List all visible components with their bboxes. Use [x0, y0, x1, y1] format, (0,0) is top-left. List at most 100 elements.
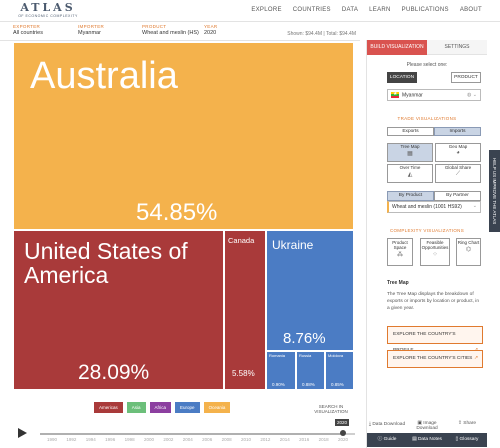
legend-africa[interactable]: Africa	[149, 402, 172, 413]
cell-name: Russia	[299, 353, 312, 358]
feasible-opportunities-option[interactable]: Feasible Opportunities ⁘	[420, 238, 450, 266]
treemap-cell-moldova[interactable]: Moldova 0.85%	[325, 351, 354, 390]
tree-map-label: Tree Map	[400, 144, 420, 149]
year-value: 2020	[204, 30, 217, 36]
nav-countries[interactable]: COUNTRIES	[293, 7, 331, 13]
search-in-visualization[interactable]: SEARCH IN VISUALIZATION	[313, 404, 349, 414]
cell-percent: 0.90%	[272, 382, 285, 387]
glossary-label: Glossary	[459, 437, 479, 442]
treemap-cell-australia[interactable]: Australia 54.85%	[13, 42, 354, 230]
sidebar-footer-actions: ⤓ Data Download ▣ Image Download ⇪ Share	[367, 421, 487, 431]
product-button[interactable]: PRODUCT	[451, 72, 481, 83]
cell-name: Canada	[228, 236, 255, 245]
nav-explore[interactable]: EXPLORE	[251, 7, 281, 13]
line-chart-icon: ⟋	[455, 171, 461, 177]
year-timeline: 2020 1990 1992 1994 1996 1998 2000 2002 2004 200…	[0, 419, 360, 448]
exports-toggle[interactable]: Exports	[387, 127, 434, 136]
data-download-label: Data Download	[372, 422, 406, 427]
year-tick: 2000	[143, 437, 155, 442]
product-space-label: Product Space	[392, 240, 408, 250]
product-selector[interactable]: PRODUCT Wheat and meslin (HS)	[142, 24, 199, 36]
complexity-visualizations-heading: COMPLEXITY VISUALIZATIONS	[389, 228, 465, 233]
explore-profile-button[interactable]: EXPLORE THE COUNTRY'S PROFILE↗	[387, 326, 483, 353]
treemap-cell-usa[interactable]: United States of America 28.09%	[13, 230, 224, 390]
legend-asia[interactable]: Asia	[126, 402, 146, 413]
by-product-toggle[interactable]: By Product	[387, 191, 434, 201]
guide-button[interactable]: ⓘ Guide	[367, 433, 407, 447]
cell-name: Ukraine	[272, 238, 314, 252]
importer-value: Myanmar	[78, 30, 101, 36]
global-share-option[interactable]: Global Share ⟋	[435, 164, 481, 183]
timeline-handle[interactable]	[340, 430, 346, 436]
product-space-option[interactable]: Product Space ⁂	[387, 238, 413, 266]
tab-build-visualization[interactable]: BUILD VISUALIZATION	[367, 40, 427, 55]
share-label: Share	[463, 421, 477, 426]
location-button[interactable]: LOCATION	[387, 72, 417, 83]
explore-cities-button[interactable]: EXPLORE THE COUNTRY'S CITIES ↗	[387, 350, 483, 368]
feasible-opportunities-label: Feasible Opportunities	[421, 240, 449, 250]
description-title: Tree Map	[387, 280, 409, 286]
treemap-cell-canada[interactable]: Canada 5.58%	[224, 230, 266, 390]
nav-learn[interactable]: LEARN	[369, 7, 391, 13]
globe-icon: ◍ ⌄	[467, 92, 477, 98]
cell-name: United States of America	[24, 238, 188, 289]
product-select[interactable]: Wheat and meslin (1001 HS92) ⌄	[387, 201, 481, 213]
exporter-selector[interactable]: EXPORTER All countries	[13, 24, 43, 36]
tree-map-option[interactable]: Tree Map ▦	[387, 143, 433, 162]
nav-about[interactable]: ABOUT	[460, 7, 482, 13]
image-download-button[interactable]: ▣ Image Download	[407, 421, 447, 431]
year-selector[interactable]: YEAR 2020	[204, 24, 217, 36]
atlas-logo[interactable]: ATLAS OF ECONOMIC COMPLEXITY	[18, 2, 78, 19]
scatter-icon: ⁘	[432, 252, 438, 258]
nav-publications[interactable]: PUBLICATIONS	[402, 7, 449, 13]
treemap-cell-russia[interactable]: Russia 0.88%	[296, 351, 325, 390]
trade-total-readout: Shown: $94.4M | Total: $94.4M	[287, 31, 356, 37]
cell-percent: 28.09%	[78, 361, 150, 384]
myanmar-flag-icon	[391, 91, 399, 98]
selected-year-tooltip: 2020	[335, 419, 350, 426]
year-tick: 1996	[105, 437, 116, 442]
importer-selector[interactable]: IMPORTER Myanmar	[78, 24, 104, 36]
legend-europe[interactable]: Europe	[175, 402, 200, 413]
year-tick: 1998	[124, 437, 135, 442]
play-icon[interactable]	[18, 428, 27, 438]
global-share-label: Global Share	[444, 165, 472, 170]
trade-visualizations-heading: TRADE VISUALIZATIONS	[397, 116, 457, 121]
year-tick: 1990	[46, 437, 58, 442]
by-partner-toggle[interactable]: By Partner	[434, 191, 481, 201]
share-button[interactable]: ⇪ Share	[447, 421, 487, 431]
importer-label: IMPORTER	[78, 24, 105, 29]
over-time-option[interactable]: Over Time ◭	[387, 164, 433, 183]
year-tick: 1994	[85, 437, 96, 442]
data-download-button[interactable]: ⤓ Data Download	[367, 421, 407, 431]
guide-label: Guide	[383, 437, 397, 442]
ring-icon: ⌬	[465, 247, 472, 253]
explore-cities-label: EXPLORE THE COUNTRY'S CITIES	[393, 356, 473, 361]
sidebar-bottom-bar: ⓘ Guide ▤ Data Notes ▯ Glossary	[367, 433, 487, 447]
product-value: Wheat and meslin (HS)	[142, 30, 199, 36]
network-icon: ⁂	[397, 252, 403, 258]
ring-chart-label: Ring Chart	[457, 240, 480, 245]
legend-americas[interactable]: Americas	[94, 402, 123, 413]
year-tick: 2006	[202, 437, 213, 442]
year-tick: 2016	[299, 437, 310, 442]
timeline-fill	[40, 433, 343, 435]
cell-percent: 5.58%	[232, 369, 255, 378]
glossary-button[interactable]: ▯ Glossary	[447, 433, 487, 447]
ring-chart-option[interactable]: Ring Chart ⌬	[456, 238, 481, 266]
geo-map-option[interactable]: Geo Map ◕	[435, 143, 481, 162]
logo-title: ATLAS	[20, 1, 76, 14]
country-select[interactable]: Myanmar ◍ ⌄	[387, 89, 481, 101]
tab-settings[interactable]: SETTINGS	[427, 40, 487, 55]
nav-data[interactable]: DATA	[342, 7, 358, 13]
query-selector-row: EXPORTER All countries IMPORTER Myanmar …	[0, 22, 360, 41]
legend-oceania[interactable]: Oceania	[203, 402, 231, 413]
treemap-cell-ukraine[interactable]: Ukraine 8.76%	[266, 230, 354, 351]
treemap-cell-romania[interactable]: Romania 0.90%	[266, 351, 296, 390]
help-improve-tab[interactable]: HELP US IMPROVE THE ATLAS	[489, 150, 500, 232]
timeline-track[interactable]: 2020	[40, 419, 355, 436]
main-menu: EXPLORE COUNTRIES DATA LEARN PUBLICATION…	[251, 7, 482, 13]
data-notes-button[interactable]: ▤ Data Notes	[407, 433, 447, 447]
exporter-value: All countries	[13, 30, 43, 36]
imports-toggle[interactable]: Imports	[434, 127, 481, 136]
